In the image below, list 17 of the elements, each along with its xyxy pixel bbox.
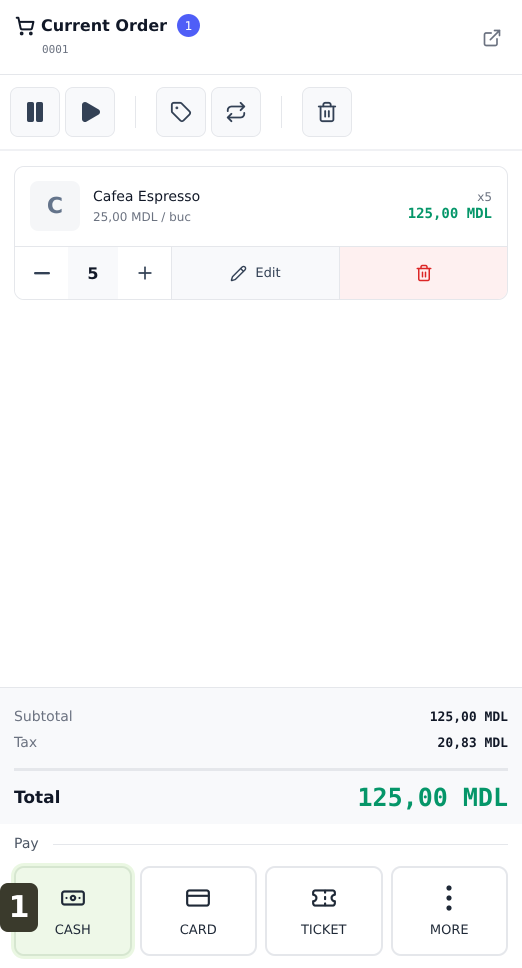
- summary-label: Subtotal: [14, 709, 73, 725]
- item-unit-price: 25,00 MDL / buc: [93, 210, 192, 224]
- total-label: Total: [14, 788, 60, 808]
- order-title: Current Order: [41, 16, 168, 35]
- shortcut-tooltip: 1: [0, 883, 38, 932]
- item-total: 125,00 MDL: [408, 206, 492, 222]
- summary-value: 125,00 MDL: [430, 710, 508, 724]
- total-value: 125,00 MDL: [357, 783, 508, 812]
- pay-heading: Pay: [14, 836, 39, 852]
- item-multiplier: x5: [477, 190, 492, 204]
- order-number: 0001: [42, 43, 70, 56]
- item-name: Cafea Espresso: [93, 188, 202, 204]
- summary-value: 20,83 MDL: [438, 736, 508, 750]
- item-initial: C: [30, 181, 80, 231]
- count-badge: 1: [177, 14, 200, 37]
- summary-label: Tax: [14, 735, 38, 751]
- quantity-value: 5: [68, 247, 118, 299]
